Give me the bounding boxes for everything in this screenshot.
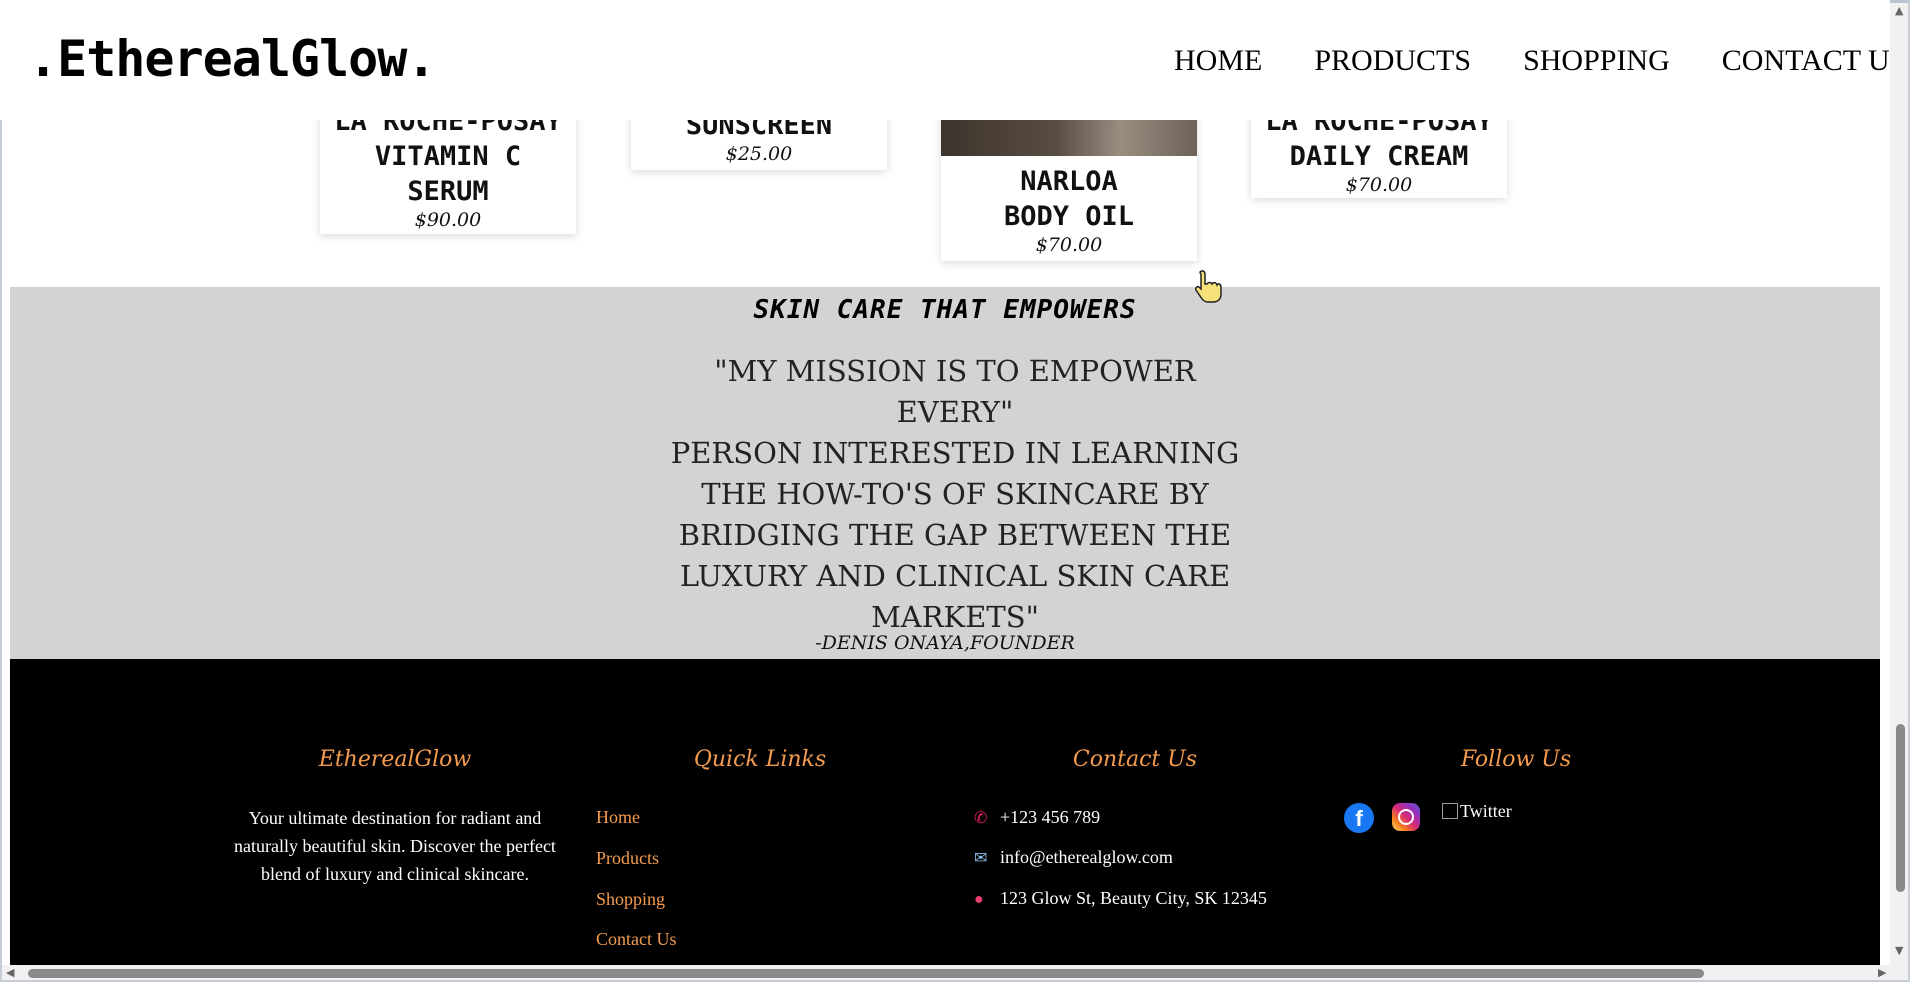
section-title: SKIN CARE THAT EMPOWERS — [753, 295, 1137, 325]
nav-contact-us[interactable]: CONTACT US — [1722, 44, 1890, 78]
horizontal-scrollbar-thumb[interactable] — [28, 969, 1704, 978]
product-price: $25.00 — [725, 143, 793, 165]
follow-heading: Follow Us — [1460, 747, 1572, 772]
product-name: NARLOA BODY OIL — [1003, 166, 1135, 232]
footer-brand-heading: EtherealGlow — [318, 747, 472, 772]
contact-phone: ✆ +123 456 789 — [974, 807, 1101, 827]
footer-link-shopping[interactable]: Shopping — [596, 889, 665, 910]
scroll-down-arrow-icon[interactable]: ▼ — [1895, 944, 1903, 957]
hand-cursor-icon — [1195, 270, 1222, 303]
nav-shopping[interactable]: SHOPPING — [1523, 44, 1670, 78]
broken-image-icon — [1442, 803, 1458, 819]
quick-links-heading: Quick Links — [693, 747, 827, 772]
site-logo[interactable]: .EtherealGlow. — [28, 30, 436, 88]
mission-quote-section: SKIN CARE THAT EMPOWERS "MY MISSION IS T… — [10, 287, 1880, 659]
twitter-link[interactable]: Twitter — [1442, 801, 1512, 822]
footer-link-home[interactable]: Home — [596, 807, 640, 828]
scroll-left-arrow-icon[interactable]: ◀ — [6, 966, 14, 979]
site-footer: EtherealGlow Your ultimate destination f… — [10, 659, 1880, 965]
mission-quote: "MY MISSION IS TO EMPOWER EVERY" PERSON … — [670, 354, 1240, 634]
scroll-right-arrow-icon[interactable]: ▶ — [1878, 966, 1886, 979]
instagram-icon[interactable] — [1392, 803, 1420, 831]
scroll-up-arrow-icon[interactable]: ▲ — [1895, 4, 1903, 17]
product-price: $70.00 — [1345, 174, 1413, 196]
footer-about-text: Your ultimate destination for radiant an… — [234, 808, 556, 884]
product-price: $70.00 — [1035, 234, 1103, 256]
contact-email: ✉ info@etherealglow.com — [974, 847, 1173, 867]
contact-address: ● 123 Glow St, Beauty City, SK 12345 — [974, 888, 1267, 908]
footer-link-contact-us[interactable]: Contact Us — [596, 929, 677, 950]
location-pin-icon: ● — [974, 891, 984, 908]
facebook-icon[interactable]: f — [1344, 803, 1374, 833]
quote-author: -DENIS ONAYA,FOUNDER — [815, 632, 1075, 654]
main-nav: HOME PRODUCTS SHOPPING CONTACT US — [1174, 44, 1890, 78]
product-price: $90.00 — [414, 209, 482, 231]
site-header: .EtherealGlow. HOME PRODUCTS SHOPPING CONTA… — [0, 0, 1890, 120]
vertical-scrollbar-thumb[interactable] — [1896, 724, 1905, 892]
nav-products[interactable]: PRODUCTS — [1314, 44, 1471, 78]
footer-link-products[interactable]: Products — [596, 848, 659, 869]
email-icon: ✉ — [974, 850, 988, 867]
contact-heading: Contact Us — [1072, 747, 1198, 772]
phone-icon: ✆ — [974, 810, 988, 827]
nav-home[interactable]: HOME — [1174, 44, 1262, 78]
